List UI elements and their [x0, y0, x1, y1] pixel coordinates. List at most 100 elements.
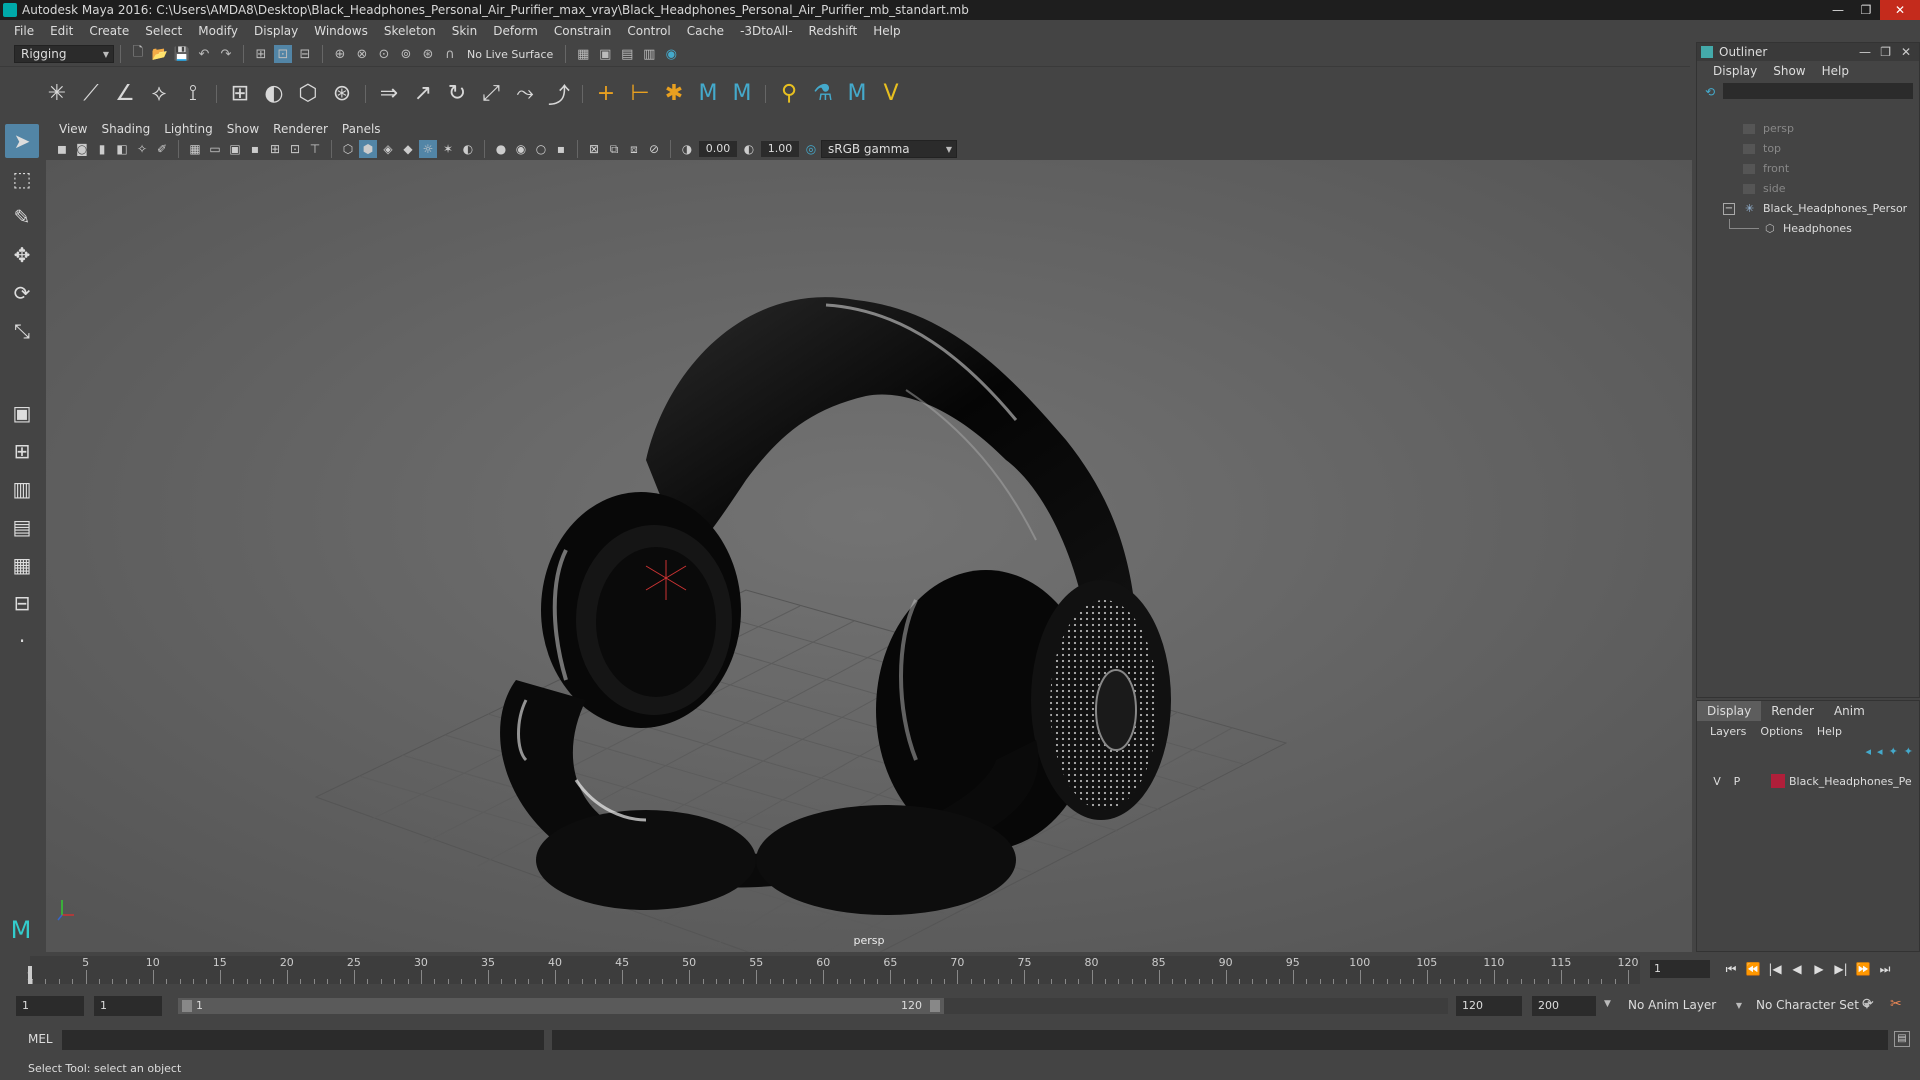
outliner-item-side[interactable]: side — [1707, 179, 1907, 199]
layer-tab-render[interactable]: Render — [1761, 701, 1824, 721]
menu-select[interactable]: Select — [137, 24, 190, 38]
current-frame-field[interactable]: 1 — [1650, 960, 1710, 978]
gate-mask-icon[interactable]: ▪ — [246, 140, 264, 158]
menu-help[interactable]: Help — [865, 24, 908, 38]
layers-menu-help[interactable]: Help — [1810, 725, 1849, 738]
menu-modify[interactable]: Modify — [190, 24, 246, 38]
open-scene-icon[interactable]: 📂 — [151, 45, 169, 63]
new-layer-selected-icon[interactable]: ✦ — [1904, 745, 1913, 758]
bookmark-icon[interactable]: ▮ — [93, 140, 111, 158]
redo-icon[interactable]: ↷ — [217, 45, 235, 63]
outliner-menu-display[interactable]: Display — [1705, 64, 1765, 78]
animation-end-field[interactable]: 200 — [1532, 996, 1596, 1016]
select-component-icon[interactable]: ⊟ — [296, 45, 314, 63]
orient-constraint-icon[interactable]: ↻ — [442, 79, 472, 109]
select-hierarchy-icon[interactable]: ⊞ — [252, 45, 270, 63]
current-time-indicator[interactable] — [28, 966, 32, 984]
gamma-icon[interactable]: ◐ — [740, 140, 758, 158]
insert-joint-icon[interactable]: ⟡ — [144, 79, 174, 109]
outliner-search-input[interactable] — [1723, 83, 1913, 99]
menu-skin[interactable]: Skin — [444, 24, 486, 38]
mirror-joint-icon[interactable]: ⟟ — [178, 79, 208, 109]
xray-joints-icon[interactable]: ◉ — [512, 140, 530, 158]
outliner-item-headphones[interactable]: ⬡ Headphones — [1707, 219, 1907, 239]
textured-icon[interactable]: ◆ — [399, 140, 417, 158]
xray-icon[interactable]: ● — [492, 140, 510, 158]
ik-handle-icon[interactable]: ⟋ — [76, 79, 106, 109]
two-view-layout-icon[interactable]: ▥ — [5, 472, 39, 506]
vp-menu-renderer[interactable]: Renderer — [266, 122, 335, 136]
menu-cache[interactable]: Cache — [679, 24, 732, 38]
joint-tool-icon[interactable]: ✳ — [42, 79, 72, 109]
menu-control[interactable]: Control — [619, 24, 678, 38]
move-tool-icon[interactable]: ✥ — [5, 238, 39, 272]
snap-point-icon[interactable]: ⊙ — [375, 45, 393, 63]
motion-trail-icon[interactable]: ⧉ — [605, 140, 623, 158]
resolution-gate-icon[interactable]: ▣ — [226, 140, 244, 158]
snap-surface-icon[interactable]: ⊛ — [419, 45, 437, 63]
play-backwards-button[interactable]: ◀ — [1786, 958, 1808, 980]
step-forward-frame-button[interactable]: ▶| — [1830, 958, 1852, 980]
layer-row[interactable]: V P Black_Headphones_Pe — [1707, 771, 1917, 791]
animation-start-field[interactable]: 1 — [16, 996, 84, 1016]
playback-start-field[interactable]: 1 — [94, 996, 162, 1016]
wireframe-icon[interactable]: ⬡ — [339, 140, 357, 158]
select-object-icon[interactable]: ⊡ — [274, 45, 292, 63]
script-editor-icon[interactable]: ▤ — [1894, 1031, 1910, 1047]
menu-deform[interactable]: Deform — [485, 24, 546, 38]
layer-name[interactable]: Black_Headphones_Pe — [1789, 775, 1912, 788]
backface-icon[interactable]: ○ — [532, 140, 550, 158]
time-slider-track[interactable]: 5 10 15 20 25 30 35 40 45 50 55 60 65 70 75 80 85 90 95 100… — [27, 956, 1640, 984]
perspective-viewport[interactable]: persp — [46, 160, 1692, 952]
outliner-menu-show[interactable]: Show — [1765, 64, 1813, 78]
cluster-icon[interactable]: ⊛ — [327, 79, 357, 109]
auto-key-icon[interactable]: ⟳ — [1862, 996, 1874, 1012]
outliner-filter-icon[interactable]: ⟲ — [1705, 85, 1715, 99]
outliner-item-front[interactable]: front — [1707, 159, 1907, 179]
film-gate-icon[interactable]: ▭ — [206, 140, 224, 158]
layer-playback-toggle[interactable]: P — [1727, 775, 1747, 788]
vp-menu-view[interactable]: View — [52, 122, 94, 136]
step-forward-key-button[interactable]: ⏩ — [1852, 958, 1874, 980]
two-d-pan-icon[interactable]: ✧ — [133, 140, 151, 158]
parent-constraint-icon[interactable]: ⤳ — [510, 79, 540, 109]
exposure-field[interactable]: 0.00 — [699, 141, 737, 157]
new-layer-icon[interactable]: ✦ — [1889, 745, 1898, 758]
use-all-lights-icon[interactable]: ☼ — [419, 140, 437, 158]
step-back-key-button[interactable]: ⏪ — [1742, 958, 1764, 980]
pole-vector-icon[interactable]: ⤴ — [544, 79, 574, 109]
outliner-layout-icon[interactable]: ▤ — [5, 510, 39, 544]
safe-title-icon[interactable]: ⊤ — [306, 140, 324, 158]
field-chart-icon[interactable]: ⊞ — [266, 140, 284, 158]
grid-toggle-icon[interactable]: ▦ — [186, 140, 204, 158]
gamma-field[interactable]: 1.00 — [761, 141, 799, 157]
outliner-item-persp[interactable]: persp — [1707, 119, 1907, 139]
more-layouts-icon[interactable]: · — [5, 624, 39, 658]
snap-curve-icon[interactable]: ⊗ — [353, 45, 371, 63]
live-surface-field[interactable]: No Live Surface — [461, 48, 559, 61]
vp-menu-panels[interactable]: Panels — [335, 122, 388, 136]
menu-edit[interactable]: Edit — [42, 24, 81, 38]
rotate-tool-icon[interactable]: ⟳ — [5, 276, 39, 310]
lattice-icon[interactable]: ⬡ — [293, 79, 323, 109]
range-menu-icon[interactable]: ▼ — [1604, 999, 1611, 1009]
command-language-label[interactable]: MEL — [28, 1032, 53, 1046]
lasso-tool-icon[interactable]: ⬚ — [5, 162, 39, 196]
layer-tab-anim[interactable]: Anim — [1824, 701, 1875, 721]
safe-action-icon[interactable]: ⊡ — [286, 140, 304, 158]
menu-file[interactable]: File — [6, 24, 42, 38]
range-bar[interactable]: 1 120 — [178, 998, 944, 1014]
snap-magnet-icon[interactable]: ∩ — [441, 45, 459, 63]
camera-select-icon[interactable]: ◼ — [53, 140, 71, 158]
go-to-end-button[interactable]: ⏭ — [1874, 958, 1896, 980]
maximize-button[interactable]: ❐ — [1852, 0, 1880, 20]
muscle-icon[interactable]: M — [842, 79, 872, 109]
smooth-shade-icon[interactable]: ⬢ — [359, 140, 377, 158]
camera-attr-icon[interactable]: ◙ — [73, 140, 91, 158]
menu-constrain[interactable]: Constrain — [546, 24, 620, 38]
locator-icon[interactable]: + — [591, 79, 621, 109]
preferences-icon[interactable]: ✂ — [1890, 996, 1902, 1012]
outliner-minimize-button[interactable]: — — [1859, 43, 1871, 61]
move-layer-up-icon[interactable]: ◂ — [1866, 745, 1872, 758]
isolate-select-icon[interactable]: ▪ — [552, 140, 570, 158]
